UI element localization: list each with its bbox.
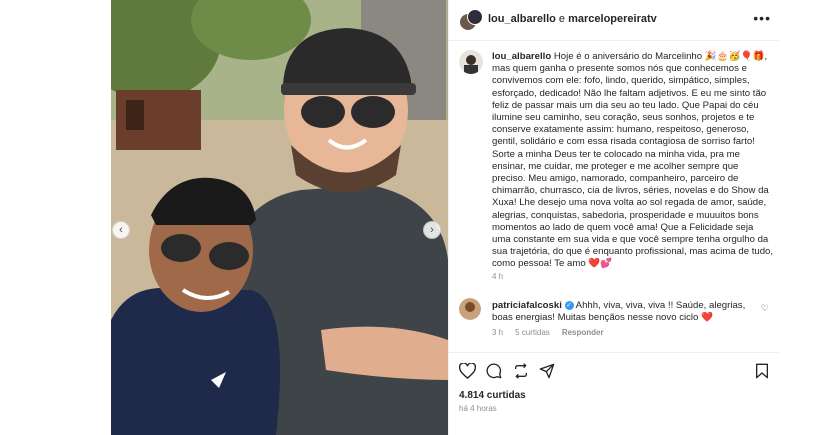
comment: patriciafalcoski ✓ Ahhh, viva, viva, viv… [492, 300, 757, 324]
comment-username[interactable]: patriciafalcoski [492, 300, 562, 311]
post-detail-panel: lou_albarello e marcelopereiratv ••• lou… [448, 0, 779, 435]
more-horizontal-icon: ••• [753, 10, 771, 26]
save-button[interactable] [755, 363, 769, 384]
post-header: lou_albarello e marcelopereiratv ••• [449, 0, 779, 41]
bookmark-icon [756, 363, 768, 379]
repost-icon [515, 363, 527, 379]
comment-time[interactable]: 3 h [492, 328, 503, 337]
comment-likes[interactable]: 5 curtidas [515, 328, 550, 337]
post-caption: lou_albarello Hoje é o aniversário do Ma… [492, 51, 774, 271]
verified-badge-icon: ✓ [564, 300, 574, 310]
likes-count[interactable]: 4.814 curtidas [459, 390, 526, 401]
heart-icon: ♡ [760, 303, 769, 313]
caption-text: Hoje é o aniversário do Marcelinho 🎉🎂🥳🎈🎁… [492, 51, 774, 270]
caption-time[interactable]: 4 h [492, 272, 503, 281]
author-link[interactable]: lou_albarello [488, 13, 556, 25]
post-authors: lou_albarello e marcelopereiratv [488, 13, 657, 25]
post-photo[interactable] [111, 0, 448, 435]
share-icon [539, 363, 555, 379]
authors-joiner: e [558, 13, 566, 25]
caption-avatar[interactable] [459, 50, 483, 74]
like-button[interactable] [458, 362, 477, 384]
heart-icon [458, 362, 477, 380]
more-options-button[interactable]: ••• [753, 10, 771, 26]
avatar [467, 9, 483, 25]
like-comment-button[interactable]: ♡ [761, 303, 769, 314]
share-button[interactable] [539, 363, 555, 384]
chevron-right-icon: › [430, 223, 434, 236]
comment-button[interactable] [486, 363, 502, 384]
posted-time[interactable]: há 4 horas [459, 404, 497, 413]
repost-button[interactable] [513, 363, 529, 384]
chevron-left-icon: ‹ [119, 223, 123, 236]
next-photo-button[interactable]: › [423, 221, 441, 239]
comment-meta: 3 h 5 curtidas Responder [492, 328, 604, 337]
reply-button[interactable]: Responder [562, 328, 604, 337]
photo-illustration [111, 0, 448, 435]
comment-icon [486, 363, 502, 379]
prev-photo-button[interactable]: ‹ [112, 221, 130, 239]
collab-avatars[interactable] [459, 9, 483, 31]
post-actions [449, 352, 779, 383]
caption-username[interactable]: lou_albarello [492, 51, 551, 62]
comment-avatar[interactable] [459, 298, 481, 320]
author-link[interactable]: marcelopereiratv [568, 13, 657, 25]
